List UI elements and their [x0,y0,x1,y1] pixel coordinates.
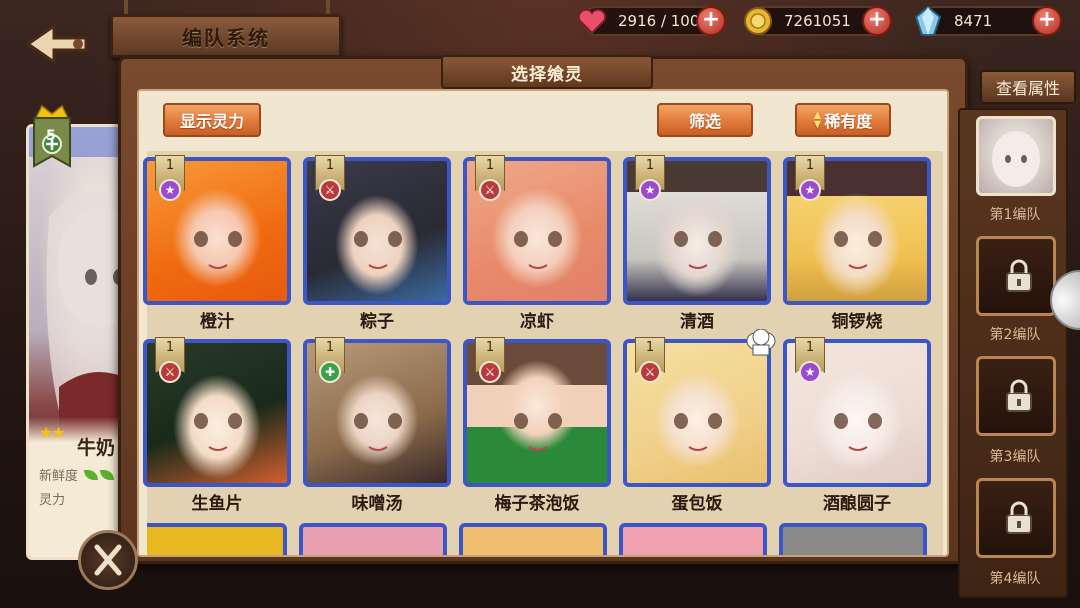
character-card-partial[interactable] [459,523,607,555]
character-card-partial[interactable] [619,523,767,555]
character-name: 蛋包饭 [671,494,723,514]
crystal-value: 8471 [954,12,993,30]
leaf-icon [84,470,99,480]
character-card[interactable]: 1 ⚔ 梅子茶泡饭 [463,337,611,514]
character-name: 味噌汤 [351,494,403,514]
rarity-sort-label: 稀有度 [824,112,873,131]
heart-icon [577,8,607,35]
back-button[interactable] [24,22,96,66]
character-card-partial[interactable] [299,523,447,555]
panel-body: 显示灵力 筛选 ▲ ▼ 稀有度 1 ★ 橙汁 1 ⚔ 粽子 1 ⚔ 凉虾 1 ★ 清酒 1 ★ 铜锣烧 1 ⚔ 生鱼… [137,89,949,557]
team-leader-portrait [992,131,1040,187]
show-power-label: 显示灵力 [179,112,244,131]
character-name: 凉虾 [520,312,554,332]
coin-icon [744,7,772,35]
character-name: 牛奶 [77,437,116,459]
character-card[interactable]: 1 ✚ 味噌汤 [303,337,451,514]
sword-element-icon: ⚔ [319,179,341,201]
character-name: 铜锣烧 [831,312,883,332]
character-card[interactable]: 1 ⚔ 凉虾 [463,155,611,332]
character-card[interactable]: 1 ★ 清酒 [623,155,771,332]
character-name: 梅子茶泡饭 [494,494,580,514]
game-screen: 编队系统 2916 / 100 + 7261051 + 8471 + ★★ 牛奶… [0,0,1080,608]
fork-knife-icon [94,544,122,576]
character-name: 酒酿圆子 [823,494,891,514]
star-element-icon: ★ [799,361,821,383]
page-title: 编队系统 [110,14,342,58]
cutlery-button[interactable] [78,530,138,590]
character-card[interactable]: 1 ⚔ 粽子 [303,155,451,332]
character-card[interactable]: 1 ⚔ 生鱼片 [143,337,291,514]
show-power-button[interactable]: 显示灵力 [163,103,261,137]
team-1-slot[interactable] [976,116,1056,196]
back-arrow-icon [25,23,88,65]
chef-hat-icon [745,328,777,359]
gold-counter: 7261051 + [744,6,892,36]
gold-value: 7261051 [784,12,851,30]
panel-title-text: 选择飨灵 [511,64,583,85]
sword-element-icon: ⚔ [639,361,661,383]
stamina-counter: 2916 / 100 + [577,6,726,36]
sort-arrows-icon: ▲ ▼ [813,110,822,130]
filter-button[interactable]: 筛选 [657,103,753,137]
team-2-label: 第2编队 [989,327,1041,343]
grid-row-3-partial [147,523,943,555]
sword-element-icon: ⚔ [479,179,501,201]
add-gold-button[interactable]: + [862,6,892,36]
freshness-label: 新鲜度 [39,469,79,484]
team-3-label: 第3编队 [989,449,1041,465]
view-attributes-button[interactable]: 查看属性 [980,70,1076,104]
stamina-value: 2916 / 100 [618,12,700,30]
lock-icon [1006,259,1032,292]
cross-element-icon: ✚ [319,361,341,383]
character-card-partial[interactable] [147,523,287,555]
freshness-row: 新鲜度 [39,465,115,484]
character-name: 橙汁 [200,312,234,332]
rarity-stars: ★★ [39,423,66,442]
add-crystal-button[interactable]: + [1032,6,1062,36]
view-attributes-label: 查看属性 [995,79,1060,98]
team-4-slot[interactable] [976,478,1056,558]
character-name: 生鱼片 [191,494,243,514]
character-card[interactable]: 1 ★ 铜锣烧 [783,155,931,332]
character-name: 粽子 [360,312,394,332]
rank-number: 5 [46,128,56,144]
leaf-icon [100,470,115,480]
character-card[interactable]: 1 ⚔ 蛋包饭 [623,328,776,514]
team-4-label: 第4编队 [989,571,1041,587]
page-title-text: 编队系统 [182,25,270,50]
character-card[interactable]: 1 ★ 橙汁 [143,155,291,332]
add-stamina-button[interactable]: + [696,6,726,36]
filter-label: 筛选 [688,112,721,131]
character-card-partial[interactable] [779,523,927,555]
star-element-icon: ★ [639,179,661,201]
team-3-slot[interactable] [976,356,1056,436]
select-character-panel: 选择飨灵 显示灵力 筛选 ▲ ▼ 稀有度 1 ★ 橙汁 1 ⚔ 粽子 1 ⚔ 凉虾 1 ★ 清酒 1 ★ 铜锣… [118,55,968,564]
lock-icon [1006,501,1032,534]
crystal-icon [914,5,942,36]
team-2-slot[interactable] [976,236,1056,316]
crystal-counter: 8471 + [914,5,1062,36]
star-element-icon: ★ [159,179,181,201]
rarity-sort-button[interactable]: ▲ ▼ 稀有度 [795,103,891,137]
power-label: 灵力 [39,493,66,508]
team-sidebar: 第1编队 第2编队 第3编队 第4编队 [958,108,1068,598]
sword-element-icon: ⚔ [159,361,181,383]
power-row: 灵力 [39,489,65,508]
panel-title: 选择飨灵 [441,55,653,89]
star-element-icon: ★ [799,179,821,201]
sword-element-icon: ⚔ [479,361,501,383]
character-card[interactable]: 1 ★ 酒酿圆子 [783,337,931,514]
lock-icon [1006,379,1032,412]
team-1-label: 第1编队 [989,207,1041,223]
